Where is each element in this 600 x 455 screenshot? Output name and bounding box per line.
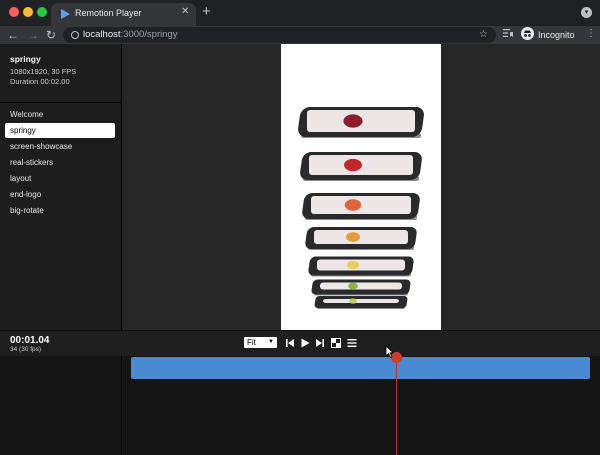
url-host: localhost (83, 29, 121, 40)
phone-kiwi (311, 279, 411, 296)
composition-dimensions: 1080x1920, 30 FPS (10, 67, 77, 76)
composition-item-screen-showcase[interactable]: screen-showcase (5, 139, 115, 154)
phone-cherry (298, 107, 424, 138)
video-canvas (281, 44, 441, 330)
new-tab-icon[interactable]: + (202, 4, 211, 20)
composition-sidebar: springy 1080x1920, 30 FPS Duration 00:02… (0, 44, 121, 330)
playback-controls: 00:01.04 34 (30 fps) Fit ▼ (0, 330, 600, 356)
reading-list-icon[interactable] (503, 28, 513, 38)
composition-item-big-rotate[interactable]: big-rotate (5, 203, 115, 218)
phone-lime (314, 296, 408, 309)
phone-banana (308, 256, 414, 277)
chevron-down-icon: ▼ (268, 339, 274, 345)
composition-item-springy[interactable]: springy (5, 123, 115, 138)
minimize-window-button[interactable] (23, 7, 33, 17)
browser-tab[interactable]: Remotion Player ✕ (51, 3, 196, 26)
mouse-cursor-icon (385, 345, 394, 358)
timeline-layer-labels (0, 356, 122, 455)
jump-to-start-icon[interactable] (285, 338, 295, 348)
browser-tab-strip: Remotion Player ✕ + ▾ (0, 0, 600, 26)
phone-orange (305, 227, 417, 250)
timeline-sequence-track[interactable] (131, 357, 590, 379)
tab-search-icon[interactable]: ▾ (581, 7, 592, 18)
reload-icon[interactable]: ↻ (46, 27, 56, 43)
phone-strawberry (300, 152, 422, 181)
url-path: :3000/springy (120, 29, 178, 40)
tab-close-icon[interactable]: ✕ (181, 6, 189, 18)
sidebar-divider (0, 102, 121, 103)
composition-item-real-stickers[interactable]: real-stickers (5, 155, 115, 170)
composition-item-end-logo[interactable]: end-logo (5, 187, 115, 202)
composition-item-layout[interactable]: layout (5, 171, 115, 186)
current-time: 00:01.04 (10, 335, 50, 346)
remotion-favicon-icon (61, 9, 70, 19)
back-icon[interactable]: ← (7, 27, 19, 43)
maximize-window-button[interactable] (37, 7, 47, 17)
browser-menu-icon[interactable]: ⋮ (586, 28, 596, 40)
close-window-button[interactable] (9, 7, 19, 17)
forward-icon[interactable]: → (27, 27, 39, 43)
address-bar[interactable]: localhost:3000/springy ☆ (63, 27, 496, 43)
phone-stack-illustration (298, 107, 424, 309)
checkerboard-toggle-icon[interactable] (331, 338, 341, 348)
site-info-icon[interactable] (71, 31, 79, 39)
zoom-select[interactable]: Fit ▼ (244, 337, 277, 348)
incognito-icon[interactable] (521, 27, 534, 40)
composition-name: springy (10, 54, 41, 64)
url-text: localhost:3000/springy (83, 29, 178, 41)
playhead-line[interactable] (396, 358, 397, 455)
current-frame: 34 (30 fps) (10, 346, 42, 353)
zoom-select-value: Fit (247, 338, 256, 347)
composition-item-welcome[interactable]: Welcome (5, 107, 115, 122)
jump-to-end-icon[interactable] (315, 338, 325, 348)
rich-timeline-toggle-icon[interactable] (347, 338, 357, 348)
phone-grapefruit (302, 193, 420, 220)
play-icon[interactable] (300, 338, 310, 348)
tab-title: Remotion Player (75, 8, 142, 18)
composition-duration: Duration 00:02.00 (10, 77, 70, 86)
browser-toolbar: ← → ↻ localhost:3000/springy ☆ Incognito… (0, 26, 600, 44)
incognito-label: Incognito (538, 30, 575, 40)
bookmark-star-icon[interactable]: ☆ (479, 28, 488, 42)
